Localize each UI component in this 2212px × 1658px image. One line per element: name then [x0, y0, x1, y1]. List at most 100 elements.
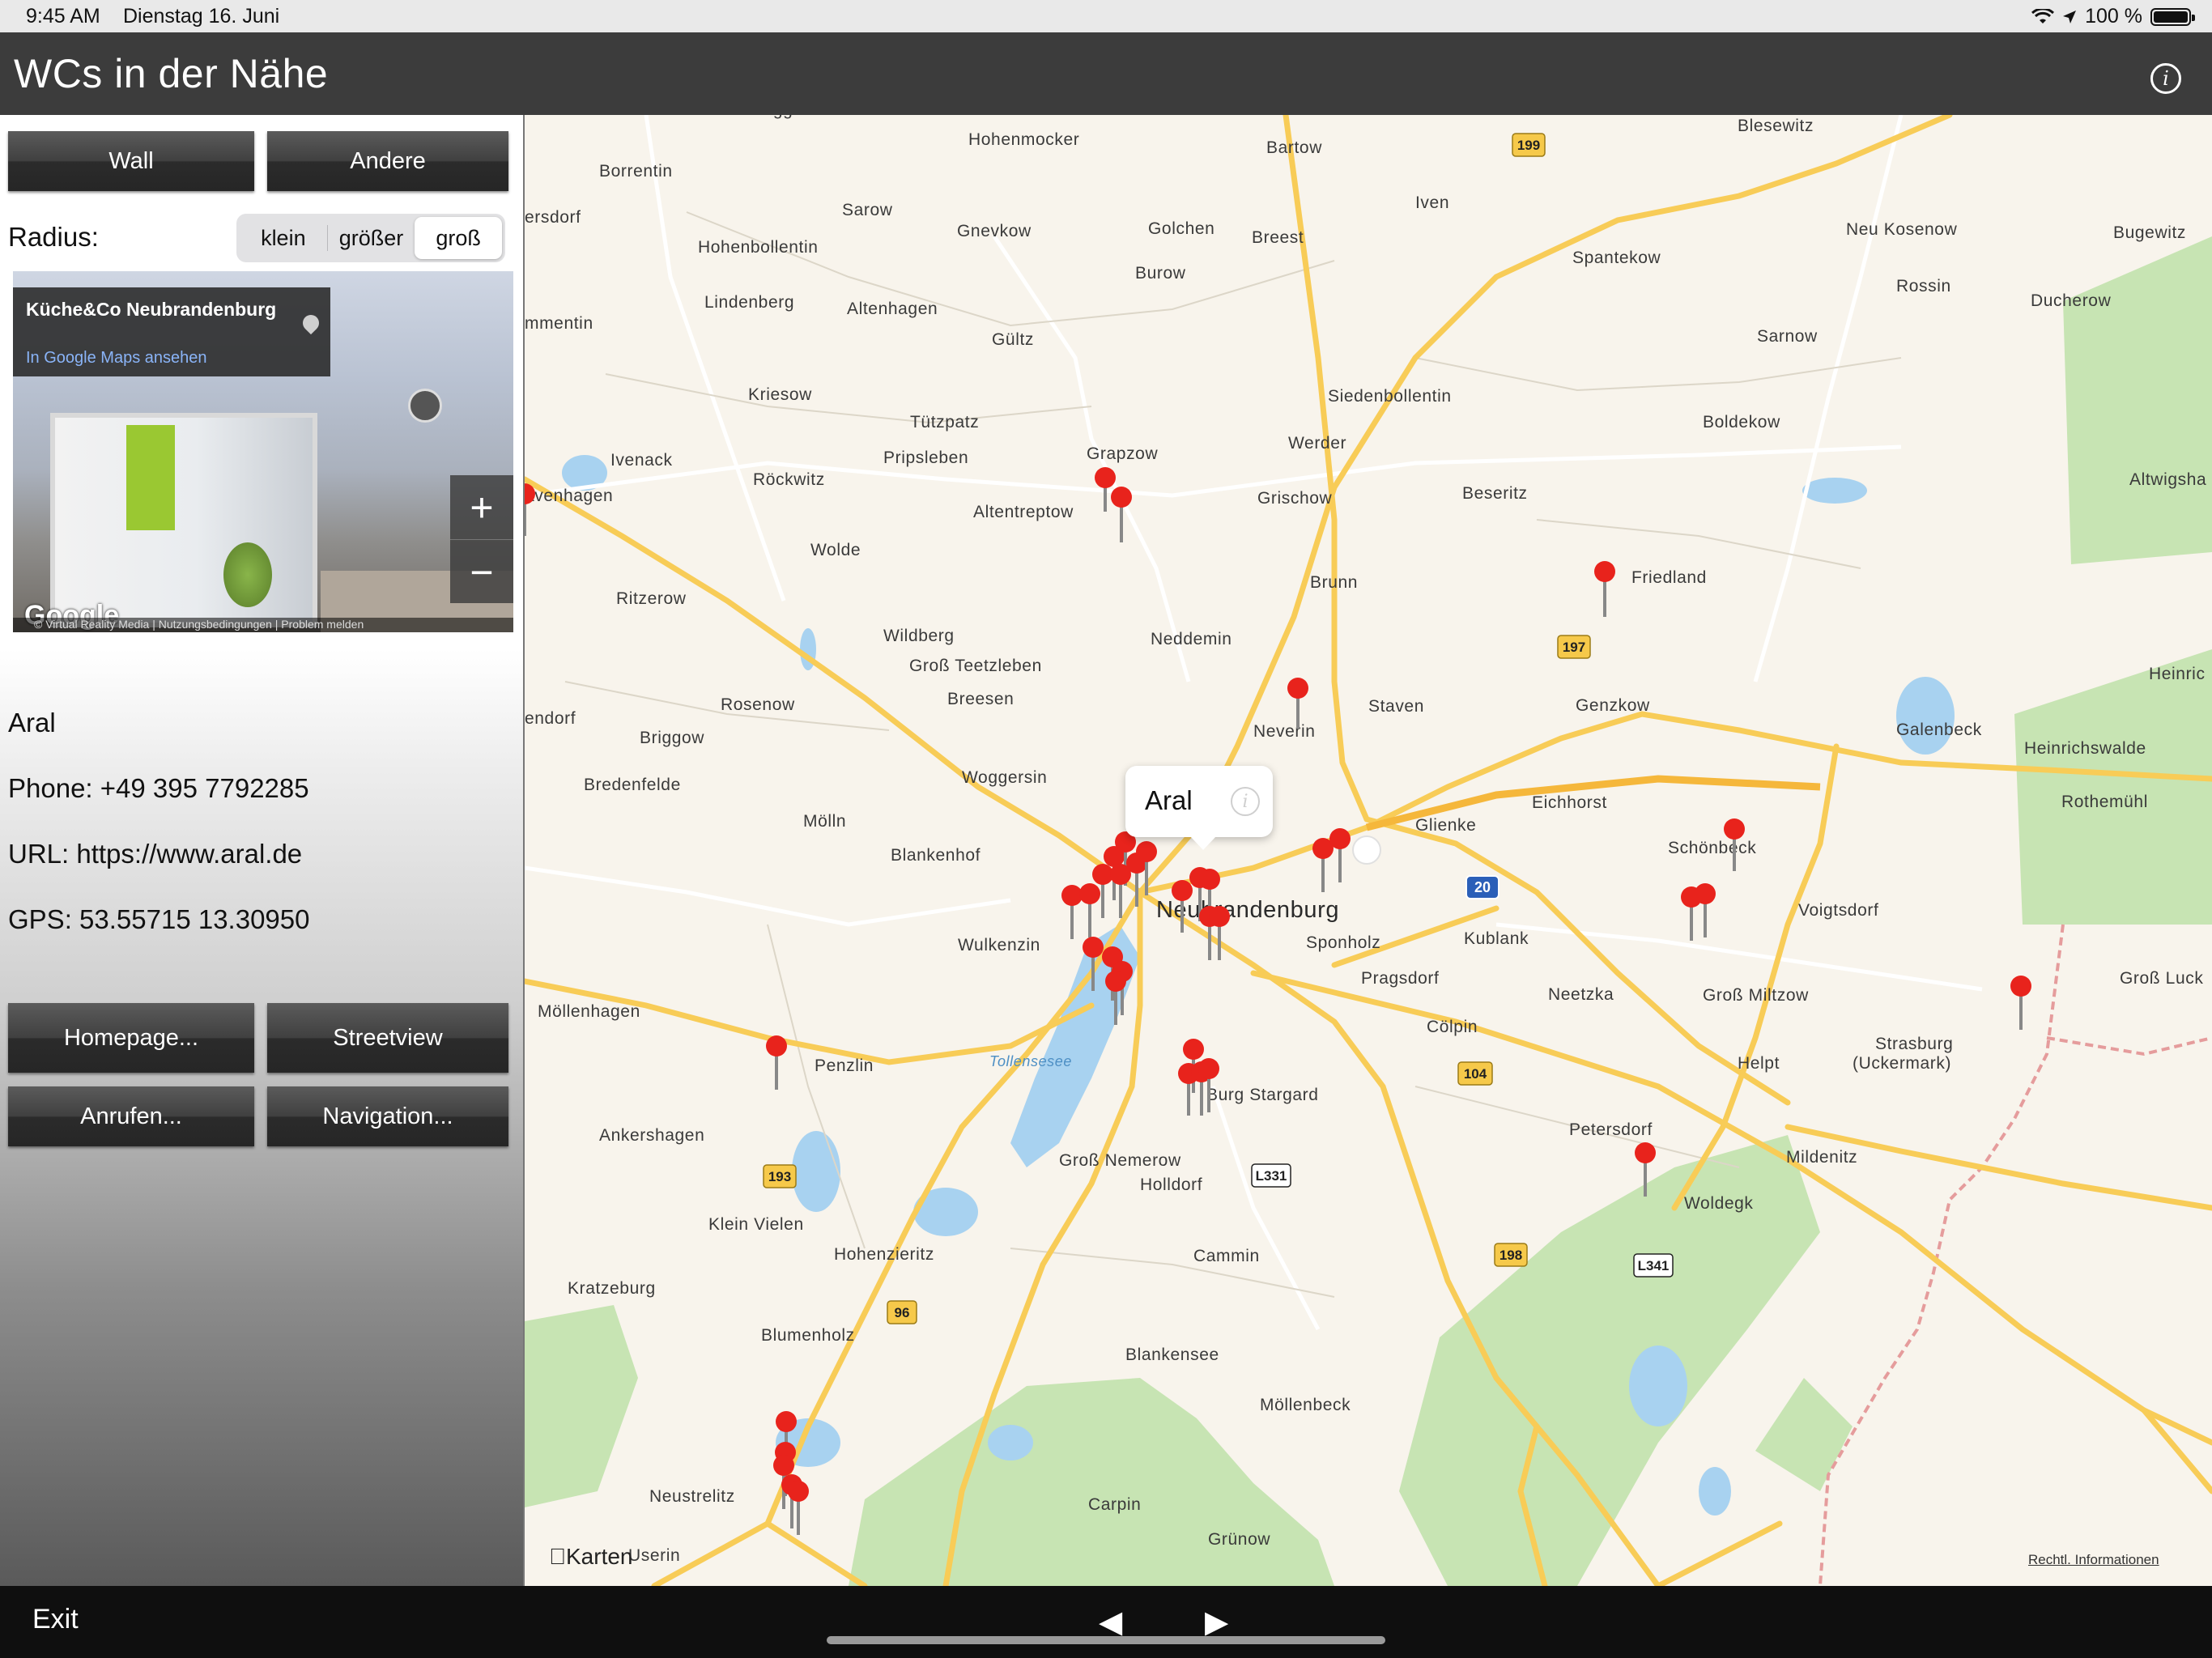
svg-text:Holldorf: Holldorf	[1140, 1175, 1202, 1194]
streetview-plant	[223, 542, 272, 607]
apple-maps-logo: Karten	[549, 1544, 633, 1570]
svg-text:Heinrichswalde: Heinrichswalde	[2024, 739, 2146, 758]
svg-text:Möllenhagen: Möllenhagen	[538, 1002, 640, 1021]
legal-info-link[interactable]: Rechtl. Informationen	[2028, 1552, 2159, 1568]
svg-text:Pragsdorf: Pragsdorf	[1361, 969, 1439, 988]
streetview-preview[interactable]: Küche&Co Neubrandenburg In Google Maps a…	[13, 271, 513, 632]
radius-segmented-control[interactable]: klein größer groß	[236, 214, 505, 262]
route-shield-20: 20	[1465, 875, 1499, 899]
status-bar: 9:45 AM Dienstag 16. Juni 100 %	[0, 0, 2212, 32]
svg-text:Boldekow: Boldekow	[1703, 413, 1780, 432]
radius-option-groesser[interactable]: größer	[328, 217, 415, 259]
svg-text:197: 197	[1563, 640, 1585, 655]
svg-text:Altenhagen: Altenhagen	[847, 300, 938, 318]
map-pin[interactable]	[1594, 561, 1615, 617]
svg-text:Eichhorst: Eichhorst	[1532, 793, 1607, 812]
svg-text:Blumenholz: Blumenholz	[761, 1326, 855, 1345]
svg-text:Staven: Staven	[1368, 697, 1424, 716]
svg-text:Rothemühl: Rothemühl	[2061, 793, 2148, 811]
svg-text:Blankenhof: Blankenhof	[891, 846, 981, 865]
map-pin[interactable]	[1209, 906, 1230, 960]
svg-text:Möllenbeck: Möllenbeck	[1260, 1396, 1351, 1414]
map-pin[interactable]	[1695, 883, 1716, 937]
map-pin[interactable]	[1079, 883, 1100, 937]
map-pin[interactable]	[1329, 828, 1351, 882]
route-shield-104: 104	[1457, 1061, 1493, 1086]
svg-text:(Uckermark): (Uckermark)	[1853, 1054, 1951, 1073]
svg-text:Schönbeck: Schönbeck	[1668, 839, 1756, 857]
navigation-bar: WCs in der Nähe i	[0, 32, 2212, 115]
map-pin[interactable]	[1287, 678, 1308, 729]
svg-text:Burg Stargard: Burg Stargard	[1206, 1086, 1319, 1104]
home-indicator	[827, 1636, 1385, 1644]
map-view[interactable]: 199 197 20 104 193 198 L341 L331 96 Begg…	[525, 115, 2212, 1586]
navigation-button[interactable]: Navigation...	[267, 1086, 508, 1146]
svg-text:Wolde: Wolde	[810, 541, 861, 559]
route-shield-199: 199	[1512, 133, 1546, 157]
route-shield-197: 197	[1557, 635, 1591, 659]
svg-text:Rosenow: Rosenow	[721, 695, 795, 714]
wall-filter-button[interactable]: Wall	[8, 131, 254, 191]
svg-text:Iven: Iven	[1415, 193, 1449, 212]
previous-arrow-icon[interactable]: ◀	[1099, 1604, 1122, 1640]
svg-text:Ducherow: Ducherow	[2031, 291, 2112, 310]
map-pin[interactable]	[2010, 976, 2031, 1030]
svg-text:Hohenbollentin: Hohenbollentin	[698, 238, 819, 257]
svg-text:Beggerow: Beggerow	[751, 115, 832, 119]
svg-text:Rossin: Rossin	[1896, 277, 1951, 295]
zoom-out-button[interactable]: −	[450, 540, 513, 604]
map-pin[interactable]	[766, 1035, 787, 1090]
info-icon[interactable]: i	[2150, 63, 2181, 94]
svg-text:Tützpatz: Tützpatz	[910, 413, 979, 432]
svg-text:Breest: Breest	[1252, 228, 1304, 247]
radius-option-klein[interactable]: klein	[240, 217, 327, 259]
svg-text:Golchen: Golchen	[1148, 219, 1214, 238]
svg-text:Cölpin: Cölpin	[1427, 1018, 1478, 1036]
streetview-green-wall	[126, 425, 175, 530]
battery-percent: 100 %	[2085, 5, 2142, 28]
svg-text:Sponholz: Sponholz	[1306, 933, 1380, 952]
svg-text:Sarnow: Sarnow	[1757, 327, 1818, 346]
callout-info-icon[interactable]: i	[1231, 787, 1260, 816]
route-shield-193: 193	[763, 1164, 797, 1188]
streetview-place-card: Küche&Co Neubrandenburg In Google Maps a…	[13, 287, 330, 376]
open-in-google-maps-link[interactable]: In Google Maps ansehen	[26, 349, 207, 368]
svg-text:20: 20	[1474, 879, 1491, 895]
svg-text:Woldegk: Woldegk	[1684, 1194, 1754, 1213]
svg-text:Ivenack: Ivenack	[610, 451, 673, 470]
svg-text:Groß Luck: Groß Luck	[2120, 969, 2203, 988]
svg-text:Cammin: Cammin	[1193, 1247, 1260, 1265]
map-callout[interactable]: Aral i	[1125, 766, 1273, 850]
call-button[interactable]: Anrufen...	[8, 1086, 254, 1146]
streetview-button[interactable]: Streetview	[267, 1003, 508, 1073]
svg-text:Neetzka: Neetzka	[1548, 985, 1614, 1004]
wifi-icon	[2031, 8, 2055, 23]
maps-brand-text: Karten	[549, 1544, 633, 1569]
status-time: 9:45 AM	[26, 5, 100, 28]
place-phone: Phone: +49 395 7792285	[8, 773, 309, 803]
streetview-footer: © Virtual Reality Media | Nutzungsbeding…	[13, 618, 513, 632]
svg-text:Beseritz: Beseritz	[1462, 484, 1528, 503]
andere-filter-button[interactable]: Andere	[267, 131, 508, 191]
svg-text:Neu Kosenow: Neu Kosenow	[1846, 220, 1958, 239]
zoom-in-button[interactable]: +	[450, 475, 513, 540]
svg-text:avenhagen: avenhagen	[525, 487, 613, 505]
svg-text:Siedenbollentin: Siedenbollentin	[1328, 387, 1452, 406]
svg-text:Userin: Userin	[628, 1546, 680, 1565]
svg-text:Burow: Burow	[1135, 264, 1186, 283]
svg-text:L331: L331	[1256, 1168, 1287, 1184]
svg-text:104: 104	[1464, 1066, 1487, 1082]
map-canvas[interactable]: 199 197 20 104 193 198 L341 L331 96 Begg…	[525, 115, 2212, 1586]
homepage-button[interactable]: Homepage...	[8, 1003, 254, 1073]
exit-button[interactable]: Exit	[32, 1604, 79, 1635]
svg-text:Kublank: Kublank	[1464, 929, 1529, 948]
map-pin[interactable]	[525, 483, 535, 536]
next-arrow-icon[interactable]: ▶	[1205, 1604, 1228, 1640]
route-shield-L331: L331	[1251, 1163, 1291, 1188]
svg-text:Briggow: Briggow	[640, 729, 704, 747]
svg-text:Groß Teetzleben: Groß Teetzleben	[909, 657, 1042, 675]
route-shield-96: 96	[887, 1300, 917, 1324]
radius-option-gross[interactable]: groß	[415, 217, 503, 259]
map-pin[interactable]	[1312, 838, 1334, 892]
svg-text:Grischow: Grischow	[1257, 489, 1333, 508]
